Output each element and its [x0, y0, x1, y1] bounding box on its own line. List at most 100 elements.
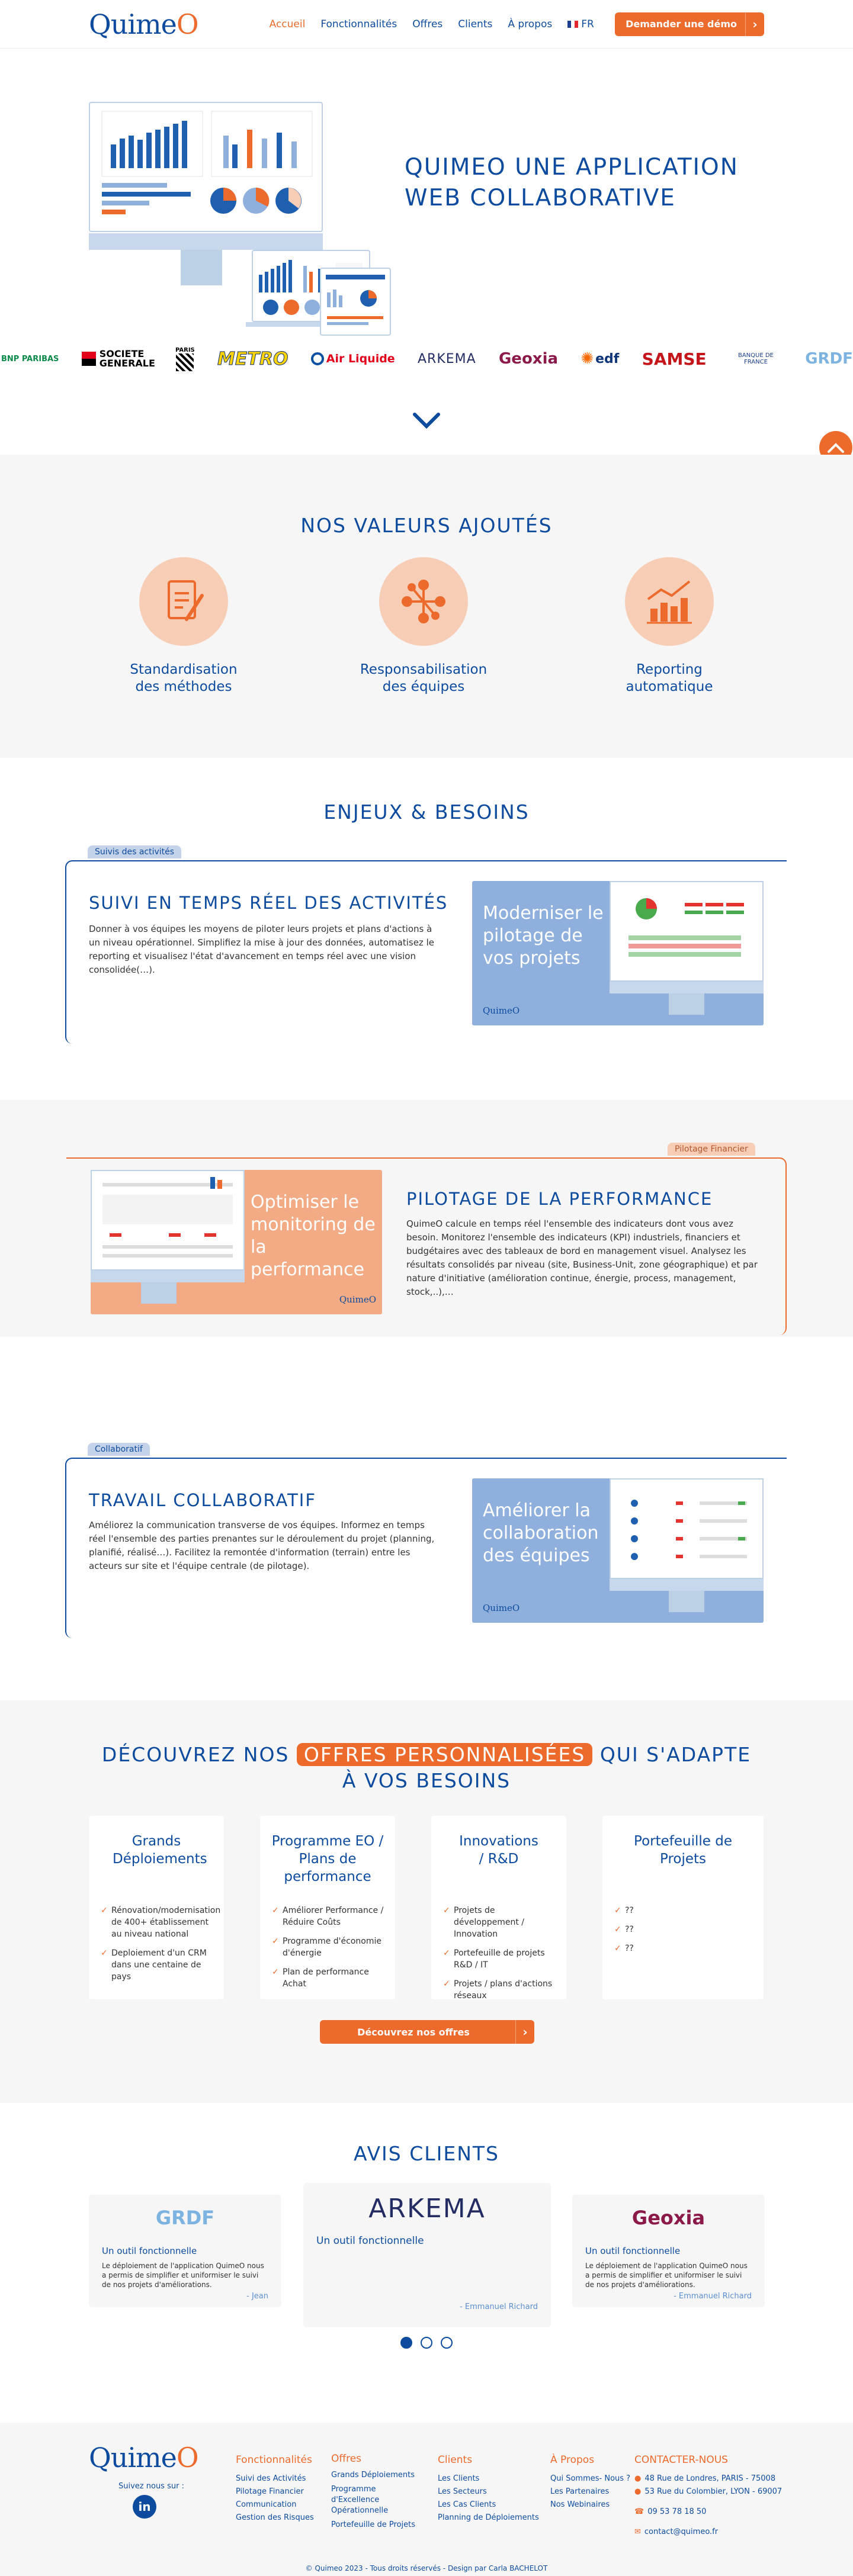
carousel-dot-2[interactable]: [421, 2337, 432, 2349]
quimeo-small-logo: QuimeO: [483, 1603, 520, 1613]
valeur-label: Responsabilisation des équipes: [360, 662, 488, 694]
dashboard-monitor-illustration: [89, 102, 323, 232]
enjeux-block-text: QuimeO calcule en temps réel l'ensemble …: [406, 1218, 758, 1297]
testimonial-logo: ARKEMA: [368, 2194, 486, 2224]
chevron-right-icon: ›: [515, 2020, 534, 2044]
enjeux-title: ENJEUX & BESOINS: [323, 800, 530, 824]
footer-link[interactable]: Planning de Déploiements: [438, 2511, 539, 2524]
testimonial-text: Le déploiement de l'application QuimeO n…: [585, 2262, 748, 2289]
copyright: © Quimeo 2023 - Tous droits réservés - D…: [305, 2564, 548, 2572]
footer-link[interactable]: Pilotage Financier: [236, 2485, 314, 2498]
footer-link[interactable]: Communication: [236, 2498, 314, 2511]
logo-air-liquide: Air Liquide: [310, 352, 395, 365]
carousel-dot-3[interactable]: [441, 2337, 453, 2349]
address-row: ● 53 Rue du Colombier, LYON - 69007: [634, 2485, 782, 2498]
offer-item: Rénovation/modernisation de 400+ établis…: [101, 1905, 220, 1940]
footer-col-clients: Clients Les Clients Les Secteurs Les Cas…: [438, 2453, 539, 2524]
avis-title: AVIS CLIENTS: [353, 2142, 499, 2165]
logo-grdf: GRDF: [805, 350, 853, 368]
footer-link[interactable]: Programme d'Excellence Opérationnelle: [331, 2484, 420, 2516]
logo-geoxia: Geoxia: [498, 350, 559, 368]
offer-item: Projets de développement / Innovation: [443, 1905, 558, 1940]
logo-edf: ✺ edf: [581, 350, 620, 368]
tablet-illustration: [320, 268, 391, 336]
edf-sun-icon: ✺: [581, 350, 594, 368]
offer-items: Rénovation/modernisation de 400+ établis…: [101, 1905, 220, 1990]
offres-title: DÉCOUVREZ NOS OFFRES PERSONNALISÉES QUI …: [101, 1743, 752, 1792]
language-selector[interactable]: FR: [567, 18, 594, 30]
offer-item: Programme d'économie d'énergie: [272, 1935, 387, 1959]
footer-link[interactable]: Portefeuille de Projets: [331, 2520, 420, 2530]
testimonial-title: Un outil fonctionnelle: [316, 2235, 424, 2247]
testimonial-author: - Jean: [246, 2292, 268, 2301]
quimeo-logo[interactable]: QuimeO: [89, 8, 199, 40]
footer-col-fonctionnalites: Fonctionnalités Suivi des Activités Pilo…: [236, 2453, 314, 2524]
footer-contact: CONTACTER-NOUS ● 48 Rue de Londres, PARIS…: [634, 2453, 782, 2539]
carousel-dot-1[interactable]: [400, 2337, 412, 2349]
footer-link[interactable]: Les Cas Clients: [438, 2498, 539, 2511]
dashboard-charts-graphic: [101, 111, 313, 214]
logo-societe-generale: SOCIETE GENERALE: [81, 349, 155, 368]
quimeo-small-logo: QuimeO: [483, 1005, 520, 1016]
testimonial-card: Geoxia Un outil fonctionnelle Le déploie…: [572, 2195, 765, 2307]
footer-link[interactable]: Grands Déploiements: [331, 2470, 420, 2481]
hero-title-line1: QUIMEO UNE APPLICATION: [405, 154, 739, 181]
nav-fonctionnalites[interactable]: Fonctionnalités: [320, 18, 397, 30]
screen-base: [610, 1579, 764, 1591]
offer-item: Portefeuille de projets R&D / IT: [443, 1947, 558, 1971]
email-row[interactable]: ✉ contact@quimeo.fr: [634, 2526, 782, 2539]
enjeux-tag: Collaboratif: [88, 1443, 150, 1456]
nav-a-propos[interactable]: À propos: [508, 18, 552, 30]
nav-accueil[interactable]: Accueil: [270, 18, 306, 30]
footer-col-title: Clients: [438, 2454, 473, 2466]
offer-item: Projets / plans d'actions réseaux: [443, 1978, 558, 2002]
testimonial-logo: Geoxia: [631, 2207, 706, 2229]
offres-section: DÉCOUVREZ NOS OFFRES PERSONNALISÉES QUI …: [0, 1700, 853, 2103]
valeur-reporting: Reporting automatique: [581, 557, 758, 696]
linkedin-icon[interactable]: in: [133, 2495, 156, 2519]
offer-card-portefeuille[interactable]: Portefeuille de Projets ?? ?? ??: [602, 1816, 764, 1999]
carousel-dots: [0, 2337, 853, 2349]
offer-card-innovations[interactable]: Innovations / R&D Projets de développeme…: [431, 1816, 566, 2001]
footer-logo[interactable]: QuimeO: [89, 2442, 199, 2474]
enjeux-screenshot-card: Améliorer la collaboration des équipes Q…: [472, 1478, 764, 1623]
enjeux-block-text: Donner à vos équipes les moyens de pilot…: [89, 924, 434, 975]
footer-link[interactable]: Qui Sommes- Nous ?: [550, 2472, 630, 2485]
location-pin-icon: ●: [634, 2474, 642, 2483]
demo-request-button[interactable]: Demander une démo ›: [615, 12, 764, 36]
enjeux-block-title: SUIVI EN TEMPS RÉEL DES ACTIVITÉS: [89, 893, 448, 913]
discover-offers-button[interactable]: Découvrez nos offres ›: [320, 2020, 534, 2044]
screenshot-caption: Optimiser le monitoring de la performanc…: [251, 1192, 376, 1280]
nav-clients[interactable]: Clients: [458, 18, 492, 30]
envelope-icon: ✉: [634, 2527, 641, 2536]
testimonial-author: - Emmanuel Richard: [460, 2302, 538, 2311]
offer-item: Deploiement d'un CRM dans une centaine d…: [101, 1947, 216, 1983]
offer-item: Plan de performance Achat: [272, 1966, 387, 1990]
enjeux-tag: Pilotage Financier: [668, 1143, 755, 1156]
enjeux-block-title: TRAVAIL COLLABORATIF: [89, 1490, 317, 1510]
enjeux-screenshot-card: Moderniser le pilotage de vos projets Qu…: [472, 881, 764, 1025]
french-flag-icon: [567, 20, 579, 28]
footer-link[interactable]: Gestion des Risques: [236, 2511, 314, 2524]
screen-stand: [669, 1591, 704, 1612]
offer-card-programme-eo[interactable]: Programme EO / Plans de performance Amél…: [260, 1816, 395, 1999]
offer-items: Projets de développement / Innovation Po…: [443, 1905, 558, 2009]
valeur-responsabilisation: Responsabilisation des équipes: [335, 557, 512, 696]
offer-item: ??: [614, 1905, 755, 1916]
offer-card-grands-deploiements[interactable]: Grands Déploiements Rénovation/modernisa…: [89, 1816, 224, 1999]
offer-items: Améliorer Performance / Réduire Coûts Pr…: [272, 1905, 387, 1997]
footer-link[interactable]: Les Partenaires: [550, 2485, 630, 2498]
site-header: QuimeO Accueil Fonctionnalités Offres Cl…: [0, 0, 853, 49]
phone-row[interactable]: ☎ 09 53 78 18 50: [634, 2506, 782, 2519]
footer-link[interactable]: Les Clients: [438, 2472, 539, 2485]
footer-link[interactable]: Suivi des Activités: [236, 2472, 314, 2485]
bar-chart-up-icon: [625, 557, 714, 646]
valeurs-title: NOS VALEURS AJOUTÉS: [300, 514, 553, 537]
screen-base: [610, 982, 764, 993]
footer-link[interactable]: Nos Webinaires: [550, 2498, 630, 2511]
screen-stand: [141, 1282, 177, 1304]
nav-offres[interactable]: Offres: [412, 18, 442, 30]
footer-link[interactable]: Les Secteurs: [438, 2485, 539, 2498]
valeurs-section: NOS VALEURS AJOUTÉS Standardisation des m…: [0, 455, 853, 758]
scroll-down-chevron-icon[interactable]: [412, 409, 441, 436]
